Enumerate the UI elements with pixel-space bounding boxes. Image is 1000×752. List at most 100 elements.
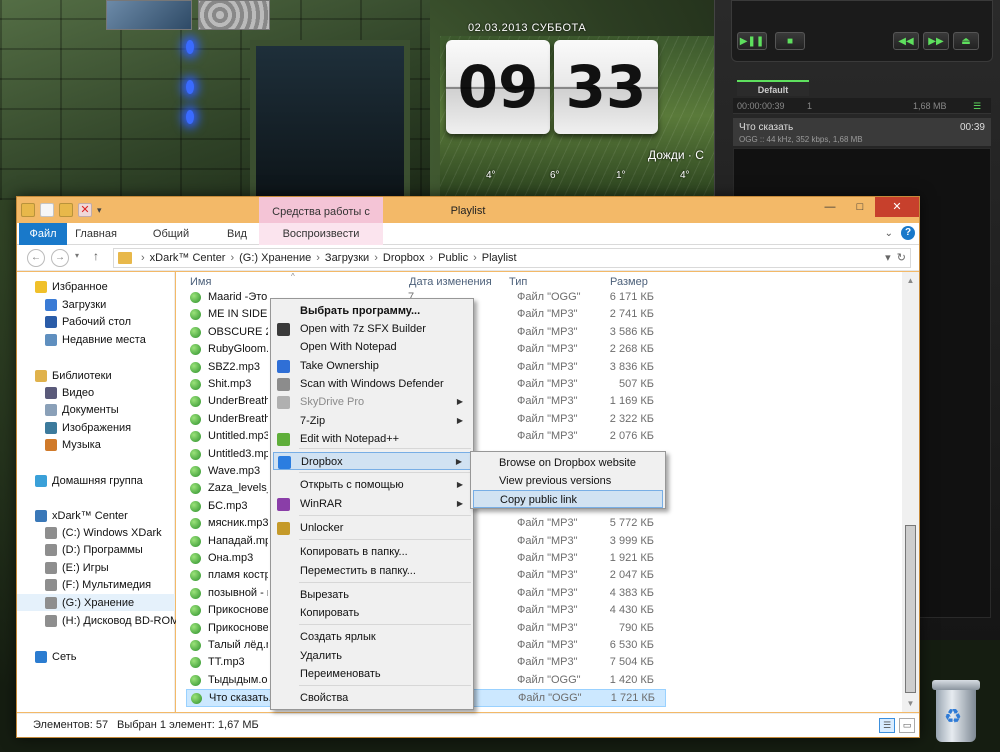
context-menu-item[interactable]: WinRAR ▶ xyxy=(273,495,471,513)
dropbox-submenu-item[interactable]: Browse on Dropbox website xyxy=(473,454,663,472)
audio-file-icon xyxy=(190,587,201,599)
context-menu-item[interactable]: Переместить в папку... xyxy=(273,562,471,580)
tab-view[interactable]: Вид xyxy=(223,223,251,245)
nav-library-item[interactable]: Музыка xyxy=(17,437,175,454)
context-menu-item[interactable]: Open with 7z SFX Builder xyxy=(273,320,471,338)
column-header-date[interactable]: Дата изменения xyxy=(409,276,492,288)
details-view-icon[interactable]: ☰ xyxy=(879,718,895,733)
nav-computer[interactable]: xDark™ Center xyxy=(17,507,175,524)
refresh-icon[interactable]: ▾ ↻ xyxy=(885,251,906,264)
maximize-button[interactable]: □ xyxy=(845,197,875,217)
file-name: Талый лёд.mp xyxy=(208,639,268,651)
up-button[interactable]: ↑ xyxy=(93,249,99,263)
title-bar[interactable]: ✕ ▾ Средства работы с видео Playlist — □… xyxy=(17,197,919,248)
context-menu-item[interactable]: Dropbox ▶ xyxy=(273,452,471,470)
context-menu-item[interactable]: SkyDrive Pro ▶ xyxy=(273,393,471,411)
column-header-size[interactable]: Размер xyxy=(610,276,648,288)
breadcrumb-item[interactable]: Public xyxy=(438,252,468,264)
nav-network[interactable]: Сеть xyxy=(17,648,175,665)
context-menu-item[interactable]: Открыть с помощью ▶ xyxy=(273,476,471,494)
help-icon[interactable]: ? xyxy=(901,226,915,240)
forecast-temperature: 6° xyxy=(550,170,560,181)
nav-favorite-item[interactable]: Рабочий стол xyxy=(17,314,175,331)
nav-favorite-item[interactable]: Загрузки xyxy=(17,296,175,313)
nav-library-item[interactable]: Видео xyxy=(17,384,175,401)
eject-button[interactable]: ⏏ xyxy=(953,32,979,50)
file-type: Файл "MP3" xyxy=(517,586,578,599)
recent-locations-icon[interactable]: ▾ xyxy=(75,251,79,260)
breadcrumb-separator-icon[interactable]: › xyxy=(141,252,145,264)
play-pause-button[interactable]: ▶❚❚ xyxy=(737,32,767,50)
dropbox-submenu-item[interactable]: View previous versions xyxy=(473,472,663,490)
context-menu-item[interactable]: Выбрать программу... xyxy=(273,302,471,320)
context-menu-item[interactable]: Open With Notepad xyxy=(273,338,471,356)
breadcrumb-item[interactable]: (G:) Хранение xyxy=(239,252,311,264)
context-menu-item[interactable]: Копировать xyxy=(273,604,471,622)
context-menu-item[interactable]: Переименовать xyxy=(273,665,471,683)
context-menu-item[interactable]: 7-Zip ▶ xyxy=(273,412,471,430)
context-menu-item[interactable]: Unlocker xyxy=(273,519,471,537)
column-header-name[interactable]: Имя xyxy=(190,276,211,288)
nav-drive-item[interactable]: (G:) Хранение xyxy=(17,594,175,612)
nav-homegroup[interactable]: Домашняя группа xyxy=(17,472,175,489)
next-button[interactable]: ▶▶ xyxy=(923,32,949,50)
forward-button[interactable]: → xyxy=(51,249,69,267)
breadcrumb-separator-icon[interactable]: › xyxy=(374,252,378,264)
desktop-thumbnail[interactable] xyxy=(198,0,270,30)
minimize-button[interactable]: — xyxy=(815,197,845,217)
tab-file[interactable]: Файл xyxy=(19,223,67,245)
dropbox-submenu: Browse on Dropbox website View previous v… xyxy=(470,451,666,509)
recycle-bin-icon[interactable]: ♻ xyxy=(930,680,982,744)
nav-library-item[interactable]: Документы xyxy=(17,402,175,419)
breadcrumb-item[interactable]: Dropbox xyxy=(383,252,425,264)
dropbox-submenu-item[interactable]: Copy public link xyxy=(473,490,663,508)
nav-drive-item[interactable]: (E:) Игры xyxy=(17,559,175,576)
scroll-thumb[interactable] xyxy=(905,525,916,693)
desktop-thumbnail[interactable] xyxy=(106,0,192,30)
previous-button[interactable]: ◀◀ xyxy=(893,32,919,50)
tab-share[interactable]: Общий доступ xyxy=(135,223,207,262)
context-menu-item[interactable]: Scan with Windows Defender xyxy=(273,375,471,393)
playlist-tab[interactable]: Default xyxy=(737,80,809,96)
ribbon-expand-icon[interactable]: ⌄ xyxy=(885,228,893,239)
nav-favorites[interactable]: Избранное xyxy=(17,278,175,295)
large-icons-view-icon[interactable]: ▭ xyxy=(899,718,915,733)
skydrive-icon xyxy=(277,396,290,409)
context-menu-item[interactable]: Свойства xyxy=(273,689,471,707)
breadcrumb-item[interactable]: Загрузки xyxy=(325,252,369,264)
breadcrumb-separator-icon[interactable]: › xyxy=(230,252,234,264)
breadcrumb-separator-icon[interactable]: › xyxy=(429,252,433,264)
breadcrumb-separator-icon[interactable]: › xyxy=(316,252,320,264)
nav-favorite-item[interactable]: Недавние места xyxy=(17,331,175,348)
playlist-menu-icon[interactable]: ☰ xyxy=(973,101,981,112)
close-button[interactable]: ✕ xyxy=(875,197,919,217)
breadcrumb-separator-icon[interactable]: › xyxy=(473,252,477,264)
breadcrumb-item[interactable]: xDark™ Center xyxy=(150,252,226,264)
context-menu-item[interactable]: Создать ярлык xyxy=(273,628,471,646)
nav-library-item[interactable]: Изображения xyxy=(17,419,175,436)
breadcrumb-item[interactable]: Playlist xyxy=(482,252,517,264)
context-menu-item[interactable]: Вырезать xyxy=(273,586,471,604)
stop-button[interactable]: ■ xyxy=(775,32,805,50)
context-menu-item[interactable]: Копировать в папку... xyxy=(273,543,471,561)
scroll-up-icon[interactable]: ▲ xyxy=(902,272,919,289)
nav-drive-item[interactable]: (C:) Windows XDark xyxy=(17,524,175,541)
audio-file-icon xyxy=(191,693,202,705)
tab-home[interactable]: Главная xyxy=(75,223,117,245)
context-menu-item[interactable]: Edit with Notepad++ xyxy=(273,430,471,448)
menu-item-label: Свойства xyxy=(300,692,349,704)
context-menu-item[interactable]: Удалить xyxy=(273,647,471,665)
nav-drive-item[interactable]: (H:) Дисковод BD-ROM · xyxy=(17,612,186,629)
scroll-down-icon[interactable]: ▼ xyxy=(902,695,919,712)
back-button[interactable]: ← xyxy=(27,249,45,267)
nav-drive-item[interactable]: (D:) Программы xyxy=(17,542,175,559)
tab-play[interactable]: Воспроизвести xyxy=(259,223,383,245)
audio-file-icon xyxy=(190,344,201,356)
nav-drive-item[interactable]: (F:) Мультимедия xyxy=(17,577,175,594)
column-header-type[interactable]: Тип xyxy=(509,276,527,288)
playlist-item[interactable]: Что сказать OGG :: 44 kHz, 352 kbps, 1,6… xyxy=(733,118,991,146)
context-menu-item[interactable]: Take Ownership xyxy=(273,357,471,375)
address-bar[interactable]: › xDark™ Center › (G:) Хранение › Загрузки › Dr… xyxy=(113,248,911,268)
nav-libraries[interactable]: Библиотеки xyxy=(17,367,175,384)
vertical-scrollbar[interactable]: ▲ ▼ xyxy=(902,272,919,712)
